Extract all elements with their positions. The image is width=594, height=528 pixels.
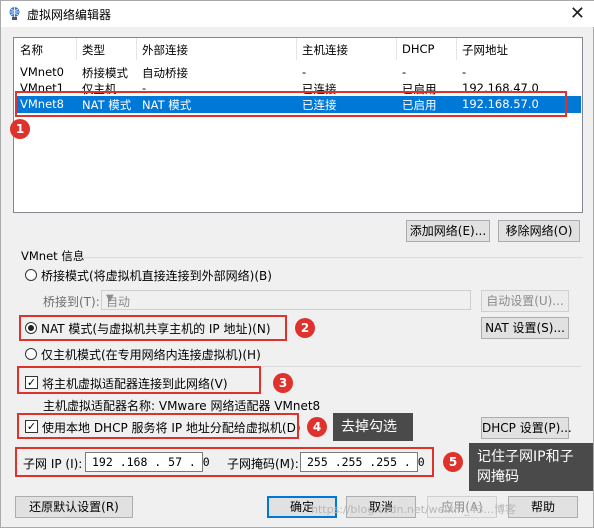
bridge-to-label: 桥接到(T): (43, 295, 100, 309)
help-button[interactable]: 帮助 (508, 496, 578, 518)
chevron-down-icon: ▼ (106, 293, 114, 304)
close-icon[interactable]: ✕ (570, 3, 585, 24)
cell-subnet: - (462, 65, 467, 79)
column-header-dhcp[interactable]: DHCP (402, 42, 434, 56)
virtual-network-editor-window: 虚拟网络编辑器 ✕ 名称 类型 外部连接 主机连接 DHCP 子网地址 VMne… (0, 0, 594, 528)
column-header-subnet[interactable]: 子网地址 (462, 42, 508, 58)
bridge-mode-radio[interactable] (25, 269, 37, 281)
network-globe-icon (9, 7, 20, 20)
network-list[interactable]: 名称 类型 外部连接 主机连接 DHCP 子网地址 VMnet0 桥接模式 自动… (13, 37, 583, 213)
annotation-box-4 (17, 413, 299, 439)
annotation-box-2 (19, 315, 287, 341)
window-title: 虚拟网络编辑器 (27, 8, 112, 22)
host-only-label[interactable]: 仅主机模式(在专用网络内连接虚拟机)(H) (41, 346, 261, 363)
nat-settings-button[interactable]: NAT 设置(S)... (481, 317, 569, 339)
cell-dhcp: - (402, 65, 407, 79)
column-header-external[interactable]: 外部连接 (142, 42, 188, 58)
remove-network-button[interactable]: 移除网络(O) (498, 220, 580, 242)
cell-type: 桥接模式 (82, 66, 128, 80)
dhcp-settings-button[interactable]: DHCP 设置(P)... (481, 417, 572, 439)
cell-external: 自动桥接 (142, 66, 188, 80)
annotation-box-1 (15, 91, 567, 117)
bridge-mode-label[interactable]: 桥接模式(将虚拟机直接连接到外部网络)(B) (41, 267, 272, 284)
vmnet-info-group-label: VMnet 信息 (21, 249, 85, 263)
group-divider (71, 257, 583, 258)
callout-remember-subnet: 记住子网IP和子网掩码 (469, 443, 593, 491)
title-bar: 虚拟网络编辑器 ✕ (1, 1, 594, 27)
annotation-box-5 (15, 447, 434, 477)
host-only-radio[interactable] (25, 348, 37, 360)
adapter-name-text: 主机虚拟适配器名称: VMware 网络适配器 VMnet8 (43, 399, 321, 413)
auto-settings-button[interactable]: 自动设置(U)... (481, 290, 569, 312)
annotation-badge-3: 3 (273, 373, 293, 393)
annotation-badge-4: 4 (307, 417, 327, 437)
cell-host: - (302, 65, 307, 79)
bridge-to-select[interactable]: 自动 ▼ (101, 290, 471, 310)
watermark-text: https://blog.csdn.net/weixin_43...博客 (311, 503, 517, 516)
restore-defaults-button[interactable]: 还原默认设置(R) (15, 496, 133, 518)
table-row[interactable]: VMnet0 桥接模式 自动桥接 - - - (15, 64, 581, 81)
callout-uncheck: 去掉勾选 (333, 413, 413, 441)
annotation-badge-2: 2 (295, 318, 315, 338)
add-network-button[interactable]: 添加网络(E)... (406, 220, 490, 242)
annotation-box-3 (17, 366, 261, 394)
annotation-badge-1: 1 (10, 119, 30, 139)
column-header-host[interactable]: 主机连接 (302, 42, 348, 58)
list-header: 名称 类型 外部连接 主机连接 DHCP 子网地址 (15, 41, 581, 58)
cell-name: VMnet0 (20, 65, 64, 79)
column-header-type[interactable]: 类型 (82, 42, 105, 58)
annotation-badge-5: 5 (443, 452, 463, 472)
column-header-name[interactable]: 名称 (20, 42, 43, 58)
